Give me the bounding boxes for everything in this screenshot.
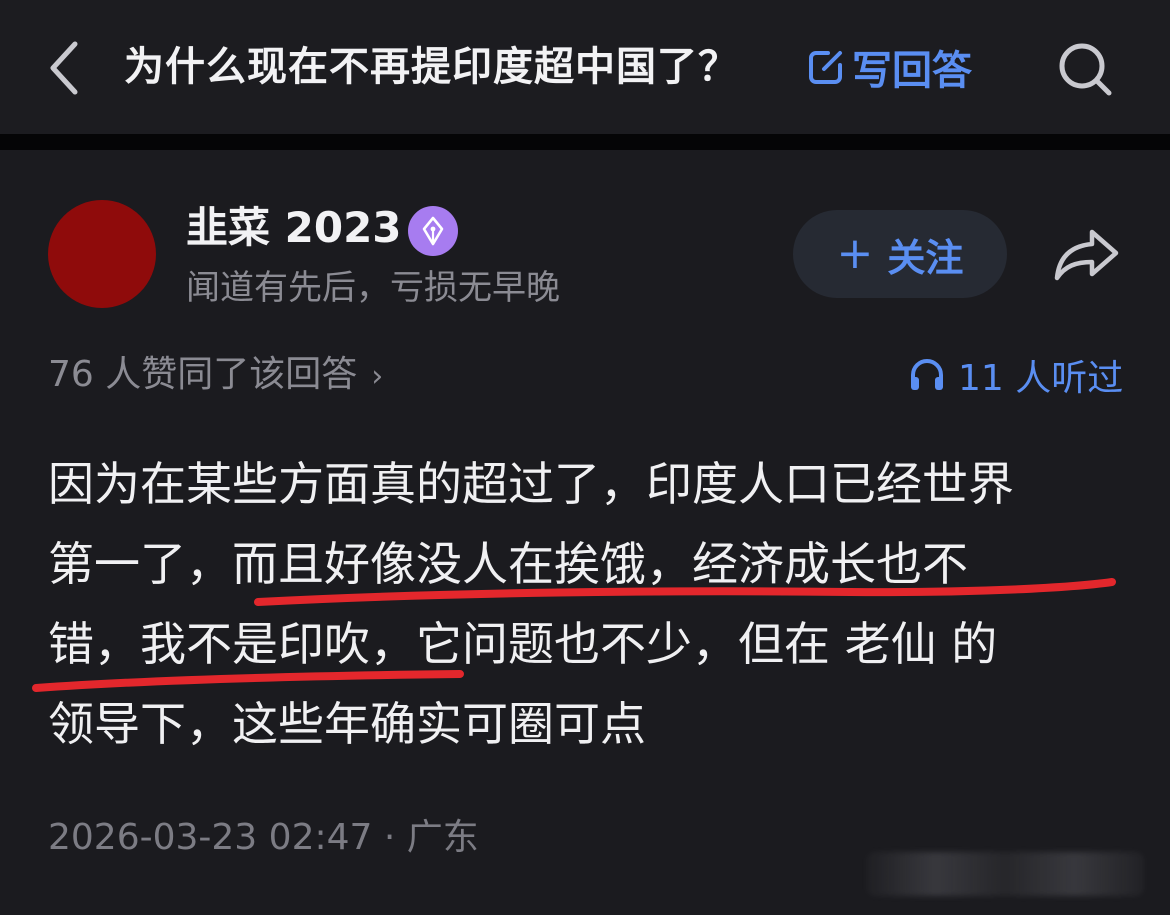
back-button[interactable] xyxy=(38,34,90,102)
author-name[interactable]: 韭菜 2023 xyxy=(186,200,402,256)
follow-button[interactable]: + 关注 xyxy=(793,210,1007,298)
edit-icon xyxy=(806,47,846,87)
author-avatar[interactable] xyxy=(48,200,156,308)
answer-line: 领导下，这些年确实可圈可点 xyxy=(48,697,646,751)
write-answer-button[interactable]: 写回答 xyxy=(806,40,972,94)
search-icon xyxy=(1059,43,1112,96)
section-divider xyxy=(0,134,1170,150)
top-nav-bar: 为什么现在不再提印度超中国了？ 写回答 xyxy=(0,0,1170,134)
chevron-left-icon xyxy=(50,41,78,95)
answer-body: 因为在某些方面真的超过了，印度人口已经世界 第一了，而且好像没人在挨饿，经济成长… xyxy=(48,444,1138,764)
answer-screen: 为什么现在不再提印度超中国了？ 写回答 韭菜 2023 闻道有先后，亏损无早晚 … xyxy=(0,0,1170,915)
answer-line: 第一了，而且好像没人在挨饿，经济成长也不 xyxy=(48,537,968,591)
pen-nib-icon xyxy=(422,216,444,246)
answer-timestamp-location: 2026-03-23 02:47 · 广东 xyxy=(48,817,479,858)
author-motto: 闻道有先后，亏损无早晚 xyxy=(186,268,560,308)
author-badge xyxy=(408,206,458,256)
likes-count-text: 76 人赞同了该回答 xyxy=(48,354,358,395)
headphones-icon xyxy=(908,356,946,394)
follow-label: 关注 xyxy=(887,235,964,280)
share-button[interactable] xyxy=(1050,222,1124,286)
likes-summary[interactable]: 76 人赞同了该回答 › xyxy=(48,350,383,402)
listens-count-text: 11 人听过 xyxy=(958,358,1124,399)
search-button[interactable] xyxy=(1054,38,1116,100)
blurred-watermark xyxy=(866,852,1144,896)
listens-summary[interactable]: 11 人听过 xyxy=(908,350,1123,400)
answer-line: 因为在某些方面真的超过了，印度人口已经世界 xyxy=(48,457,1014,511)
plus-icon: + xyxy=(836,228,874,279)
share-icon xyxy=(1054,229,1119,281)
write-answer-label: 写回答 xyxy=(852,48,972,94)
answer-line: 错，我不是印吹，它问题也不少，但在 老仙 的 xyxy=(48,617,998,671)
question-title[interactable]: 为什么现在不再提印度超中国了？ xyxy=(124,40,739,94)
chevron-right-icon: › xyxy=(371,359,384,394)
